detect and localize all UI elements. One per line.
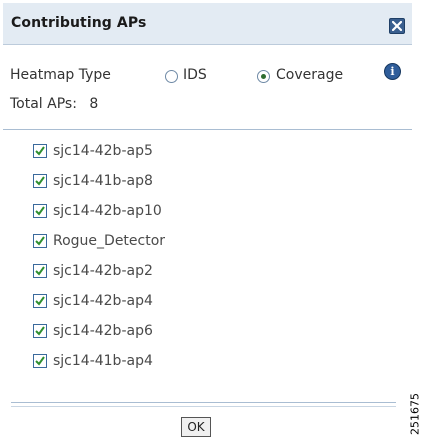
list-item[interactable]: sjc14-42b-ap5 [33,141,393,163]
figure-id: 251675 [407,386,423,442]
footer-divider [11,402,396,403]
list-item[interactable]: sjc14-41b-ap4 [33,351,393,373]
heatmap-options: Heatmap Type IDS Coverage i Total APs: 8 [3,45,412,129]
check-mark-icon [35,176,45,186]
ap-checkbox[interactable] [33,174,47,188]
info-glyph: i [390,65,395,78]
radio-ids-label: IDS [183,67,207,83]
total-aps-value: 8 [89,96,99,112]
close-x-icon [392,21,402,31]
list-item[interactable]: Rogue_Detector [33,231,393,253]
ap-checkbox[interactable] [33,234,47,248]
footer-divider [11,406,396,407]
radio-ids[interactable] [165,70,178,83]
figure-id-text: 251675 [408,393,422,435]
ap-name: sjc14-42b-ap2 [53,263,153,279]
ap-name: sjc14-42b-ap10 [53,203,162,219]
dialog-title: Contributing APs [11,15,147,31]
list-item[interactable]: sjc14-41b-ap8 [33,171,393,193]
list-item[interactable]: sjc14-42b-ap4 [33,291,393,313]
ap-name: Rogue_Detector [53,233,166,249]
radio-coverage-label: Coverage [276,67,344,83]
total-aps-label: Total APs: [10,96,77,112]
ok-button[interactable]: OK [181,417,211,437]
ap-checkbox[interactable] [33,354,47,368]
check-mark-icon [35,266,45,276]
check-mark-icon [35,296,45,306]
check-mark-icon [35,356,45,366]
check-mark-icon [35,236,45,246]
ap-checkbox[interactable] [33,264,47,278]
ap-name: sjc14-41b-ap4 [53,353,153,369]
info-icon[interactable]: i [384,63,401,80]
list-item[interactable]: sjc14-42b-ap2 [33,261,393,283]
check-mark-icon [35,206,45,216]
close-button[interactable] [389,18,405,34]
ap-checkbox[interactable] [33,204,47,218]
ap-name: sjc14-42b-ap5 [53,143,153,159]
options-separator [3,129,412,130]
ap-checkbox[interactable] [33,144,47,158]
radio-selected-dot [261,74,266,79]
check-mark-icon [35,326,45,336]
total-aps-row: Total APs: 8 [10,96,98,112]
ap-name: sjc14-41b-ap8 [53,173,153,189]
dialog-titlebar: Contributing APs [3,3,412,45]
list-item[interactable]: sjc14-42b-ap10 [33,201,393,223]
radio-coverage[interactable] [257,70,270,83]
ap-name: sjc14-42b-ap6 [53,323,153,339]
contributing-aps-dialog: Contributing APs Heatmap Type IDS Covera… [3,3,412,441]
ap-checkbox[interactable] [33,324,47,338]
ap-name: sjc14-42b-ap4 [53,293,153,309]
heatmap-type-label: Heatmap Type [10,67,111,83]
list-item[interactable]: sjc14-42b-ap6 [33,321,393,343]
check-mark-icon [35,146,45,156]
ap-checkbox[interactable] [33,294,47,308]
